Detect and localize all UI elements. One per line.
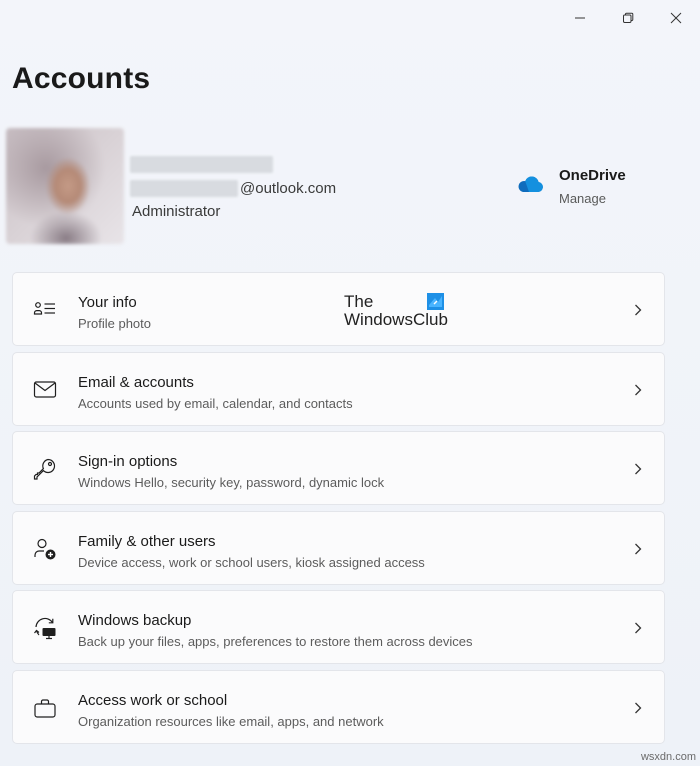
settings-item-title: Your info [78,294,137,311]
settings-item-family-other-users[interactable]: Family & other users Device access, work… [12,510,665,585]
settings-item-subtitle: Profile photo [78,316,151,331]
user-name-redacted [130,156,273,173]
settings-item-access-work-school[interactable]: Access work or school Organization resou… [12,669,665,744]
avatar[interactable] [6,128,124,244]
settings-item-subtitle: Back up your files, apps, preferences to… [78,634,473,650]
person-add-icon [34,538,56,560]
restore-button[interactable] [604,0,652,36]
user-role: Administrator [132,203,221,220]
close-button[interactable] [652,0,700,36]
settings-item-title: Access work or school [78,691,228,709]
settings-item-email-accounts[interactable]: Email & accounts Accounts used by email,… [12,351,665,426]
restore-icon [623,12,634,23]
mail-icon [33,380,57,398]
chevron-right-icon [635,702,642,714]
close-icon [670,12,682,24]
watermark-line-1: The [344,292,374,311]
settings-item-windows-backup[interactable]: Windows backup Back up your files, apps,… [12,590,665,665]
onedrive-title: OneDrive [559,167,626,184]
windows-logo-icon [427,293,444,310]
page-title: Accounts [12,62,151,95]
minimize-button[interactable] [556,0,604,36]
user-email-redacted [130,180,238,197]
window-caption-controls [556,0,700,36]
backup-icon [34,618,56,640]
briefcase-icon [34,699,56,718]
accounts-settings-list: Your info Profile photo Email & accounts… [12,272,665,750]
settings-item-subtitle: Organization resources like email, apps,… [78,713,384,729]
onedrive-manage-link[interactable]: OneDrive Manage [516,166,656,210]
watermark-line-2: WindowsClub [344,310,448,329]
settings-item-subtitle: Accounts used by email, calendar, and co… [78,395,353,411]
chevron-right-icon [635,622,642,634]
settings-item-sign-in-options[interactable]: Sign-in options Windows Hello, security … [12,431,665,506]
person-card-icon [33,302,55,315]
settings-item-title: Sign-in options [78,453,178,471]
settings-window: Accounts @outlook.com Administrator OneD… [0,0,700,766]
settings-item-title: Windows backup [78,612,192,630]
chevron-right-icon [635,543,642,555]
thewindowsclub-watermark: The WindowsClub [344,292,454,332]
settings-item-title: Family & other users [78,532,216,550]
minimize-icon [575,17,585,19]
chevron-right-icon [635,463,642,475]
settings-item-your-info[interactable]: Your info Profile photo [12,272,665,346]
source-watermark: wsxdn.com [640,751,696,763]
settings-item-subtitle: Device access, work or school users, kio… [78,554,425,570]
onedrive-cloud-icon [518,176,543,192]
chevron-right-icon [635,304,642,316]
settings-item-subtitle: Windows Hello, security key, password, d… [78,475,385,491]
key-icon [33,459,56,480]
onedrive-manage-label: Manage [559,191,606,206]
chevron-right-icon [635,384,642,396]
user-email-suffix: @outlook.com [240,180,337,197]
settings-item-title: Email & accounts [78,373,194,391]
